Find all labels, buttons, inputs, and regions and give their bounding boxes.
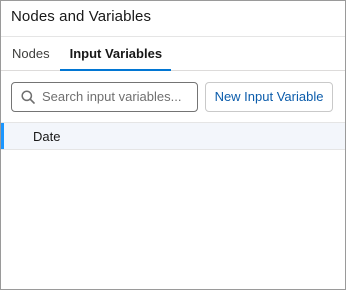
nodes-and-variables-panel: Nodes and Variables Nodes Input Variable… <box>0 0 346 290</box>
search-input[interactable] <box>42 89 190 104</box>
tab-nodes[interactable]: Nodes <box>1 37 60 70</box>
panel-title: Nodes and Variables <box>11 8 152 25</box>
tab-bar: Nodes Input Variables <box>1 37 345 71</box>
new-input-variable-button[interactable]: New Input Variable <box>205 81 333 112</box>
input-variables-list: Date <box>1 123 345 150</box>
variables-toolbar: New Input Variable <box>1 71 345 123</box>
tab-input-variables[interactable]: Input Variables <box>59 37 172 71</box>
panel-header: Nodes and Variables <box>1 1 345 37</box>
search-icon <box>21 89 35 104</box>
list-item[interactable]: Date <box>1 123 345 150</box>
search-box[interactable] <box>11 81 198 112</box>
